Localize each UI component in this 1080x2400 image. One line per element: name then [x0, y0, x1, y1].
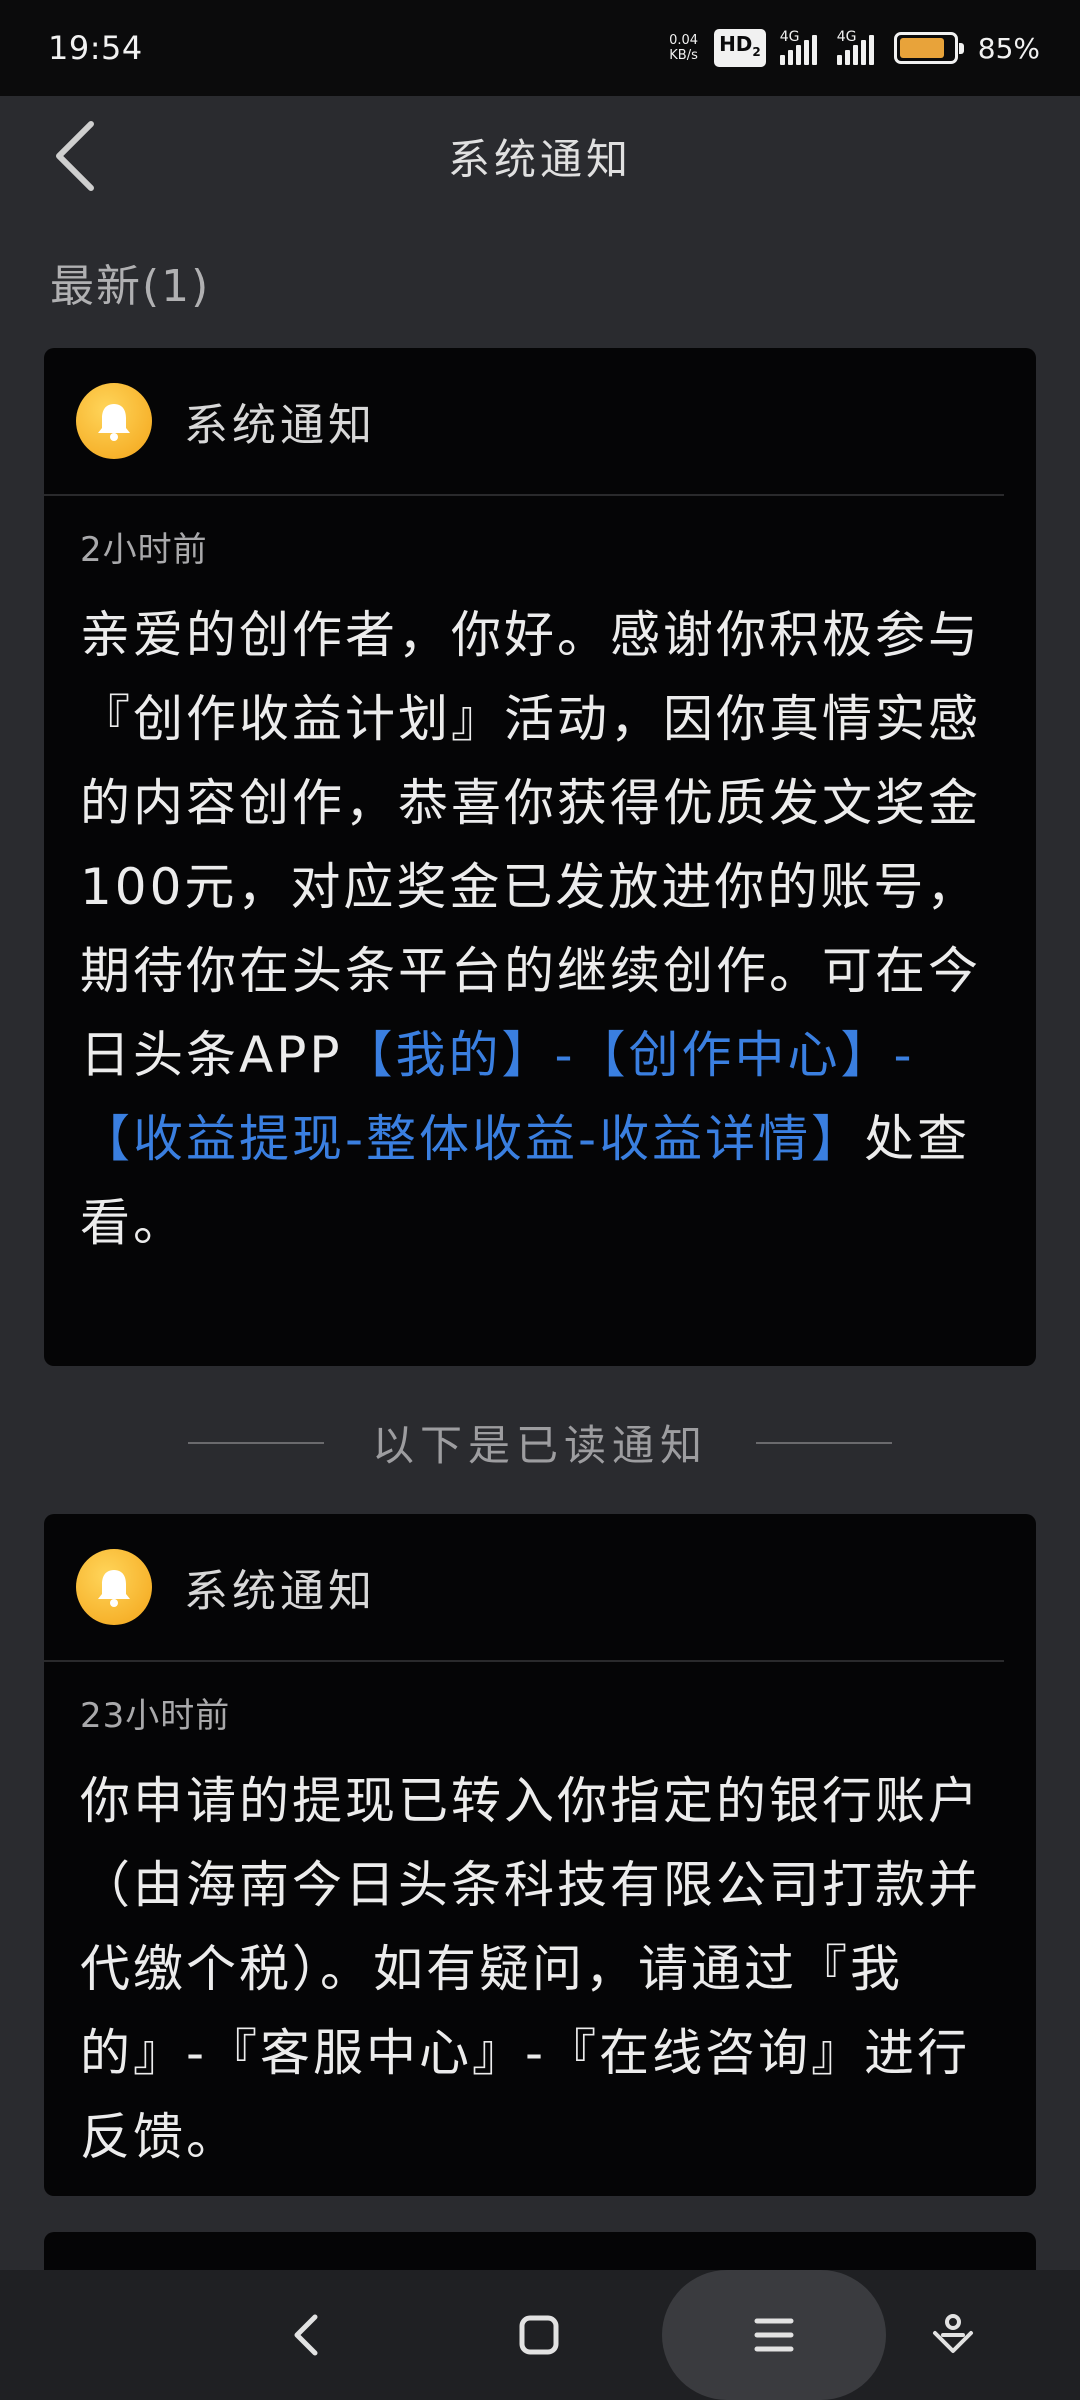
accessibility-button[interactable]	[908, 2270, 998, 2400]
network-speed-value: 0.04	[669, 33, 699, 48]
signal-sim2-icon: 4G	[836, 29, 874, 65]
read-divider-label: 以下是已读通知	[371, 1421, 708, 1470]
read-divider: 以下是已读通知	[0, 1412, 1080, 1473]
notification-header: 系统通知	[44, 1514, 1004, 1662]
battery-fill	[899, 38, 944, 58]
battery-icon	[893, 32, 964, 64]
notification-message: 你申请的提现已转入你指定的银行账户（由海南今日头条科技有限公司打款并代缴个税）。…	[80, 1772, 981, 2166]
status-time: 19:54	[48, 29, 143, 67]
hd-label: HD	[719, 32, 753, 56]
status-indicators: 0.04 KB/s HD2 4G 4G 85%	[669, 29, 1040, 67]
notification-body: 23小时前 你申请的提现已转入你指定的银行账户（由海南今日头条科技有限公司打款并…	[44, 1662, 1036, 2196]
notification-message: 亲爱的创作者，你好。感谢你积极参与『创作收益计划』活动，因你真情实感的内容创作，…	[80, 593, 1000, 1265]
notification-card[interactable]: 系统通知 23小时前 你申请的提现已转入你指定的银行账户（由海南今日头条科技有限…	[44, 1514, 1036, 2196]
notification-header: 系统通知	[44, 348, 1004, 496]
bell-icon	[76, 1549, 152, 1625]
network-speed-unit: KB/s	[669, 48, 698, 63]
notification-title: 系统通知	[184, 1566, 376, 1617]
hd-sub: 2	[752, 45, 761, 59]
page-title: 系统通知	[447, 135, 632, 184]
message-text: 亲爱的创作者，你好。感谢你积极参与『创作收益计划』活动，因你真情实感的内容创作，…	[80, 606, 981, 1084]
divider-line-left	[187, 1441, 324, 1444]
notification-body: 2小时前 亲爱的创作者，你好。感谢你积极参与『创作收益计划』活动，因你真情实感的…	[44, 496, 1036, 1299]
notification-card[interactable]: 系统通知 2小时前 亲爱的创作者，你好。感谢你积极参与『创作收益计划』活动，因你…	[44, 348, 1036, 1366]
notification-time: 2小时前	[80, 530, 208, 570]
divider-line-right	[756, 1441, 892, 1444]
top-navigation: 系统通知	[0, 96, 1080, 216]
latest-section-label: 最新(1)	[50, 261, 211, 312]
signal-sim1-icon: 4G	[779, 29, 817, 65]
system-back-button[interactable]	[260, 2270, 350, 2400]
notification-title: 系统通知	[184, 400, 376, 451]
system-recents-button[interactable]	[662, 2270, 886, 2400]
square-home-icon	[519, 2315, 559, 2355]
status-bar: 19:54 0.04 KB/s HD2 4G 4G 85%	[0, 0, 1080, 96]
battery-percent: 85%	[977, 31, 1040, 65]
bell-icon	[76, 383, 152, 459]
accessibility-person-icon	[933, 2314, 973, 2353]
sim2-network-type: 4G	[836, 29, 857, 45]
notification-time: 23小时前	[80, 1696, 231, 1736]
hd-voice-icon: HD2	[714, 29, 766, 67]
chevron-left-icon	[294, 2314, 318, 2356]
sim1-network-type: 4G	[779, 29, 800, 45]
system-navigation-bar	[0, 2270, 1080, 2400]
hamburger-menu-icon	[754, 2318, 794, 2352]
system-home-button[interactable]	[494, 2270, 584, 2400]
network-speed: 0.04 KB/s	[669, 33, 698, 63]
